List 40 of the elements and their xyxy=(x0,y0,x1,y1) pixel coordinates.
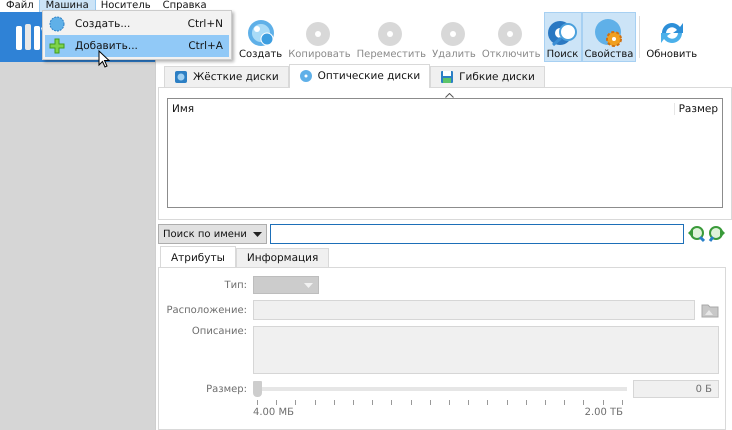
toolbar-button[interactable]: Обновить xyxy=(643,12,700,62)
toolbar-button[interactable]: Поиск xyxy=(544,12,582,62)
search-previous-icon[interactable] xyxy=(687,225,705,243)
disc-gear-icon xyxy=(592,17,625,49)
slider-thumb[interactable] xyxy=(253,381,262,397)
column-header[interactable]: Размер xyxy=(674,103,722,115)
field-label: Расположение: xyxy=(165,304,247,316)
type-combobox[interactable] xyxy=(253,276,319,294)
field-label: Размер: xyxy=(205,384,247,394)
max-size-label: 2.00 ТБ xyxy=(584,407,623,418)
folder-icon[interactable] xyxy=(701,302,719,318)
tab[interactable]: Гибкие диски xyxy=(430,66,545,87)
tab[interactable]: Жёсткие диски xyxy=(164,66,289,87)
search-mode-dropdown[interactable]: Поиск по имени xyxy=(158,224,267,244)
menu-item[interactable]: Носитель xyxy=(94,0,157,12)
caret-icon xyxy=(304,282,313,288)
min-size-label: 4.00 МБ xyxy=(253,407,294,418)
menu-item[interactable]: Файл xyxy=(0,0,40,12)
tab[interactable]: Оптические диски xyxy=(288,64,430,88)
tab[interactable]: Атрибуты xyxy=(160,246,236,268)
description-field[interactable] xyxy=(253,326,719,374)
search-field[interactable] xyxy=(270,224,684,244)
size-field[interactable]: 0 Б xyxy=(633,380,719,398)
field-label: Описание: xyxy=(190,326,247,337)
toolbar-button[interactable]: Свойства xyxy=(582,12,636,62)
menu-item[interactable]: Добавить... Ctrl+A xyxy=(45,35,229,57)
sort-caret-icon xyxy=(445,93,454,98)
toolbar-button[interactable]: Создать xyxy=(236,12,286,62)
plus-icon xyxy=(49,38,65,54)
mouse-pointer-icon xyxy=(98,50,110,68)
column-header[interactable]: Имя xyxy=(168,103,674,115)
tab[interactable]: Информация xyxy=(236,248,330,267)
menu-item[interactable]: Справка xyxy=(156,0,213,12)
caret-icon xyxy=(252,232,262,236)
disc-icon xyxy=(298,68,313,82)
field-label: Тип: xyxy=(223,280,247,290)
menu-item[interactable]: Создать... Ctrl+N xyxy=(45,13,229,35)
location-field[interactable] xyxy=(253,300,695,320)
disc-icon xyxy=(49,16,65,32)
search-next-icon[interactable] xyxy=(708,225,726,243)
